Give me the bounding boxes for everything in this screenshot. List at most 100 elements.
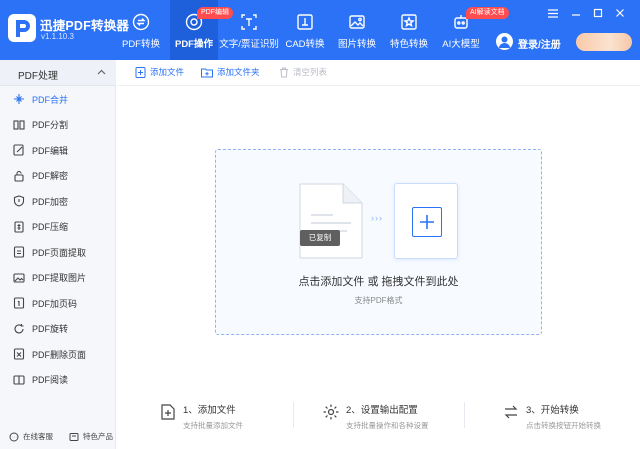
gear-icon [323, 404, 339, 420]
add-file-label: 添加文件 [150, 67, 185, 77]
nav-label: PDF操作 [174, 39, 213, 50]
menu-icon[interactable] [547, 7, 559, 19]
step-add-file: 1、添加文件 支持批量添加文件 [159, 393, 243, 437]
nav-label: CAD转换 [285, 39, 325, 50]
sidebar-item-label: PDF分割 [32, 120, 69, 130]
sidebar-item-label: PDF旋转 [32, 324, 69, 334]
file-toolbar: 添加文件 添加文件夹 清空列表 [117, 60, 640, 86]
drop-zone-hint: 点击添加文件 或 拖拽文件到此处 [298, 276, 459, 288]
delete-page-icon [13, 348, 25, 360]
step-desc: 支持批量操作和各种设置 [346, 421, 429, 430]
sidebar-item-label: PDF加密 [32, 196, 69, 207]
document-icon [299, 183, 363, 259]
nav-pdf-convert[interactable]: PDF转换 [118, 0, 164, 60]
featured-products-label: 特色产品 [83, 432, 113, 441]
sidebar: PDF处理 PDF合并 PDF分割 PDF编辑 PDF解密 PDF加密 PDF压… [0, 60, 116, 449]
shield-icon [13, 195, 25, 207]
step-title: 2、设置输出配置 [346, 405, 418, 416]
sidebar-item-encrypt[interactable]: PDF加密 [0, 188, 116, 214]
add-file-icon [161, 404, 175, 420]
nav-label: 特色转换 [389, 39, 428, 50]
merge-icon [13, 93, 25, 105]
nav-label: 文字/票证识别 [219, 39, 279, 50]
featured-products-link[interactable]: 特色产品 [69, 431, 113, 442]
close-icon[interactable] [614, 7, 626, 19]
special-convert-icon [401, 14, 417, 30]
workflow-steps: 1、添加文件 支持批量添加文件 2、设置输出配置 支持批量操作和各种设置 3、开… [117, 393, 640, 437]
sidebar-item-edit[interactable]: PDF编辑 [0, 137, 116, 163]
sidebar-item-merge[interactable]: PDF合并 [0, 86, 116, 112]
sidebar-item-label: PDF压缩 [32, 222, 69, 232]
sidebar-header-label: PDF处理 [18, 71, 58, 82]
sidebar-item-label: PDF合并 [32, 94, 69, 105]
app-logo [8, 14, 36, 42]
sidebar-section-header[interactable]: PDF处理 [0, 60, 116, 86]
sidebar-item-rotate[interactable]: PDF旋转 [0, 316, 116, 342]
convert-icon [132, 13, 150, 31]
add-file-icon [135, 66, 146, 78]
page-number-icon [13, 297, 25, 309]
edit-icon [13, 144, 25, 156]
add-file-button[interactable]: 添加文件 [135, 66, 184, 78]
file-drop-zone[interactable]: 已复制 ››› 点击添加文件 或 拖拽文件到此处 支持PDF格式 [215, 149, 542, 335]
step-title: 3、开始转换 [526, 405, 579, 416]
sidebar-item-page-number[interactable]: PDF加页码 [0, 290, 116, 316]
chat-icon [9, 432, 19, 441]
app-version: v1.1.10.3 [41, 32, 74, 41]
sidebar-footer: 在线客服 特色产品 [0, 424, 116, 449]
sidebar-item-label: PDF阅读 [32, 375, 69, 385]
step-divider [464, 402, 465, 428]
products-icon [69, 432, 79, 441]
step-start-convert: 3、开始转换 点击转换按钮开始转换 [502, 393, 601, 437]
nav-label: PDF转换 [121, 39, 160, 50]
nav-label: AI大模型 [442, 39, 480, 50]
sidebar-item-split[interactable]: PDF分割 [0, 112, 116, 138]
add-folder-button[interactable]: 添加文件夹 [201, 66, 260, 78]
rotate-icon [13, 323, 25, 335]
plus-icon [412, 207, 442, 237]
ai-doc-badge: AI解读文档 [466, 7, 509, 19]
sidebar-item-label: PDF删除页面 [32, 349, 87, 360]
convert-icon [504, 405, 518, 419]
scan-text-icon [241, 14, 257, 30]
unlock-icon [13, 170, 25, 182]
sidebar-item-decrypt[interactable]: PDF解密 [0, 163, 116, 189]
online-service-link[interactable]: 在线客服 [9, 431, 53, 442]
add-folder-label: 添加文件夹 [217, 67, 260, 77]
add-folder-icon [201, 68, 213, 77]
step-desc: 支持批量添加文件 [183, 421, 243, 430]
sidebar-item-label: PDF编辑 [32, 145, 69, 156]
supported-format-text: 支持PDF格式 [354, 296, 403, 305]
image-icon [349, 15, 365, 29]
image-extract-icon [13, 272, 25, 284]
copied-tag: 已复制 [300, 230, 340, 246]
online-service-label: 在线客服 [23, 432, 53, 441]
nav-image-convert[interactable]: 图片转换 [336, 0, 378, 60]
clear-list-label: 清空列表 [293, 67, 328, 77]
step-divider [293, 402, 294, 428]
sidebar-item-read[interactable]: PDF阅读 [0, 367, 116, 393]
clear-list-button[interactable]: 清空列表 [279, 66, 327, 78]
compress-icon [13, 220, 25, 233]
minimize-icon[interactable] [570, 7, 582, 19]
book-icon [13, 374, 25, 386]
add-placeholder-card[interactable] [394, 183, 458, 259]
sidebar-item-page-extract[interactable]: PDF页面提取 [0, 239, 116, 265]
sidebar-item-image-extract[interactable]: PDF提取图片 [0, 265, 116, 291]
page-extract-icon [13, 246, 25, 258]
login-register-link[interactable]: 登录/注册 [518, 36, 561, 51]
maximize-icon[interactable] [592, 7, 604, 19]
arrow-right-icon: ››› [371, 213, 383, 223]
sidebar-item-label: PDF解密 [32, 171, 69, 181]
sidebar-item-delete-page[interactable]: PDF删除页面 [0, 341, 116, 367]
sidebar-item-compress[interactable]: PDF压缩 [0, 214, 116, 240]
step-title: 1、添加文件 [183, 405, 236, 416]
avatar[interactable] [496, 33, 513, 50]
nav-ocr[interactable]: 文字/票证识别 [219, 0, 279, 60]
nav-special-convert[interactable]: 特色转换 [388, 0, 430, 60]
trash-icon [280, 67, 288, 77]
step-output-settings: 2、设置输出配置 支持批量操作和各种设置 [322, 393, 429, 437]
nav-label: 图片转换 [337, 39, 376, 50]
nav-cad-convert[interactable]: CAD转换 [284, 0, 326, 60]
promo-banner[interactable] [576, 33, 632, 51]
